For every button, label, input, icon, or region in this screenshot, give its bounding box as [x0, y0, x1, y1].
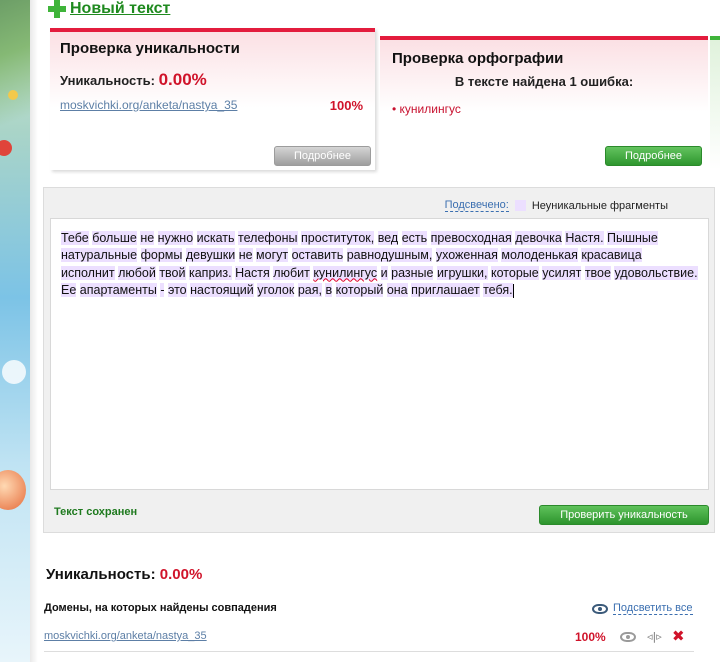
highlighted-word: исполнит — [61, 265, 115, 280]
snowball-decoration — [2, 360, 26, 384]
result-percent: 100% — [575, 630, 606, 644]
highlighted-word: девочка — [515, 231, 562, 245]
spelling-panel: Проверка орфографии В тексте найдена 1 о… — [380, 36, 708, 170]
decorative-background — [0, 0, 30, 662]
highlight-all-link[interactable]: Подсветить все — [592, 602, 693, 615]
result-domain-link[interactable]: moskvichki.org/anketa/nastya_35 — [44, 630, 207, 642]
highlighted-word: натуральные — [61, 248, 138, 263]
uniqueness-details-button[interactable]: Подробнее — [274, 146, 371, 166]
highlighted-word: формы — [140, 248, 183, 263]
table-row: moskvichki.org/anketa/nastya_35 100% ◃|▹… — [44, 624, 694, 652]
highlighted-word: удовольствие. — [614, 265, 698, 280]
editor-text[interactable]: Тебе больше не нужно искать телефоны про… — [61, 230, 698, 299]
saved-status: Текст сохранен — [54, 506, 138, 518]
ornament-ball — [0, 140, 12, 156]
eye-icon — [592, 603, 608, 614]
highlighted-word: проституток, — [301, 231, 375, 245]
highlighted-word: оставить — [291, 248, 344, 263]
domains-heading: Домены, на которых найдены совпадения — [44, 602, 277, 614]
highlighted-word: апартаменты — [79, 282, 157, 297]
highlighted-word: игрушки, — [436, 265, 488, 280]
highlighted-word: настоящий — [190, 282, 254, 297]
highlighted-word: Ее — [61, 282, 77, 297]
spelling-title: Проверка орфографии — [392, 50, 564, 67]
close-icon[interactable]: ✖ — [672, 627, 685, 645]
highlighted-word: и — [380, 265, 388, 280]
spelling-error-item: • кунилингус — [392, 102, 461, 116]
highlighted-word: девушки — [185, 248, 236, 263]
highlighted-word: каприз. — [188, 265, 232, 280]
highlighted-word: равнодушным, — [346, 248, 433, 263]
highlighted-word: усилят — [542, 265, 582, 280]
uniqueness-panel: Проверка уникальности Уникальность: 0.00… — [50, 28, 375, 170]
tree-decoration — [0, 0, 30, 130]
highlighted-word: Тебе — [61, 231, 89, 245]
source-link[interactable]: moskvichki.org/anketa/nastya_35 — [60, 98, 237, 112]
highlighted-word: любой — [118, 265, 156, 280]
results-title-percent: 0.00% — [159, 566, 203, 583]
uniqueness-title: Проверка уникальности — [60, 40, 240, 57]
highlighted-word: красавица — [581, 248, 642, 263]
next-panel-edge — [710, 36, 720, 170]
highlighted-word: есть — [401, 231, 428, 245]
highlighted-word: искать — [196, 231, 235, 245]
uniqueness-line: Уникальность: 0.00% — [60, 70, 207, 90]
highlighted-word: уголок — [257, 282, 295, 297]
highlight-legend: Подсвечено: Неуникальные фрагменты — [444, 199, 668, 212]
highlight-label[interactable]: Подсвечено: — [444, 199, 509, 212]
highlighted-word: не — [140, 231, 155, 245]
spelling-details-button[interactable]: Подробнее — [605, 146, 702, 166]
uniqueness-percent: 0.00% — [158, 70, 207, 89]
highlighted-word: ухоженная — [435, 248, 498, 263]
ornament-ball — [8, 90, 18, 100]
highlighted-word: - — [160, 282, 165, 297]
highlighted-word: могут — [256, 248, 289, 263]
highlighted-word: это — [167, 282, 187, 297]
highlighted-word: рая, — [297, 282, 322, 297]
content-border — [30, 0, 38, 662]
expand-icon[interactable]: ◃|▹ — [647, 630, 662, 643]
plus-icon — [48, 0, 66, 18]
results-title-label: Уникальность: — [46, 566, 156, 583]
highlighted-word: превосходная — [430, 231, 512, 245]
check-uniqueness-button[interactable]: Проверить уникальность — [539, 505, 709, 525]
misspelled-word: кунилингус — [313, 265, 378, 280]
highlighted-word: твое — [584, 265, 611, 280]
highlighted-word: тебя. — [483, 282, 513, 297]
highlighted-word: нужно — [157, 231, 194, 245]
editor-container: Подсвечено: Неуникальные фрагменты Тебе … — [43, 187, 715, 533]
highlighted-word: Настя. — [565, 231, 604, 245]
highlighted-word: Настя — [235, 265, 270, 280]
highlighted-word: молоденькая — [501, 248, 578, 263]
highlighted-word: разные — [391, 265, 434, 280]
highlighted-word: она — [386, 282, 408, 297]
highlighted-word: любит — [273, 265, 310, 280]
highlight-swatch — [514, 200, 526, 211]
text-caret — [512, 283, 514, 298]
spelling-found-text: В тексте найдена 1 ошибка: — [454, 74, 634, 89]
highlighted-word: приглашает — [411, 282, 480, 297]
ornament-decoration — [0, 470, 26, 510]
source-percent: 100% — [329, 98, 363, 113]
view-eye-icon[interactable] — [620, 632, 636, 642]
highlighted-word: который — [335, 282, 384, 297]
highlight-all-label[interactable]: Подсветить все — [613, 602, 693, 615]
highlighted-word: не — [238, 248, 253, 263]
highlighted-word: вед — [377, 231, 399, 245]
highlighted-word: в — [325, 282, 333, 297]
highlighted-word: твой — [159, 265, 186, 280]
highlighted-word: Пышные — [607, 231, 658, 245]
text-editor[interactable]: Тебе больше не нужно искать телефоны про… — [50, 218, 709, 490]
uniqueness-label: Уникальность: — [60, 73, 155, 88]
new-text-label[interactable]: Новый текст — [70, 0, 170, 18]
highlighted-word: телефоны — [238, 231, 298, 245]
new-text-link[interactable]: Новый текст — [48, 0, 170, 18]
highlight-description: Неуникальные фрагменты — [531, 199, 668, 212]
highlighted-word: больше — [92, 231, 137, 245]
highlighted-word: которые — [491, 265, 539, 280]
results-title: Уникальность: 0.00% — [46, 566, 202, 583]
